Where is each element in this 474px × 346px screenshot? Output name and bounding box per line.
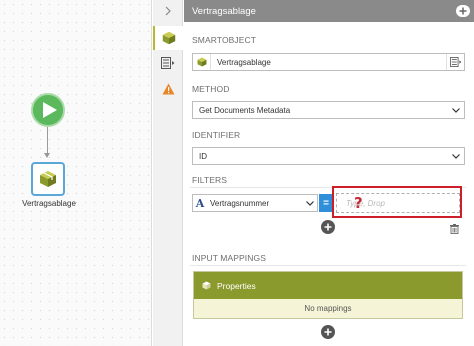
- plus-icon: [324, 328, 332, 336]
- delete-filter-button[interactable]: [450, 224, 459, 236]
- rail-tab-properties[interactable]: [153, 51, 183, 75]
- designer-canvas[interactable]: Vertragsablage: [0, 0, 152, 346]
- mapping-empty-state: No mappings: [194, 299, 462, 318]
- mapping-group-title: Properties: [217, 280, 256, 291]
- smartobject-value: Vertragsablage: [217, 57, 271, 67]
- highlight-annotation: [332, 186, 462, 218]
- method-value: Get Documents Metadata: [199, 105, 291, 115]
- smartobject-cube-icon: [202, 281, 211, 290]
- filter-operator-button[interactable]: =: [319, 194, 333, 212]
- chevron-down-icon: [448, 102, 464, 118]
- chevron-right-icon: [165, 6, 171, 16]
- input-mappings-divider: [190, 265, 466, 266]
- question-mark-icon: ?: [354, 194, 363, 212]
- properties-panel: Vertragsablage SMARTOBJECT Vertragsablag…: [184, 0, 474, 346]
- panel-header: Vertragsablage: [184, 0, 474, 22]
- properties-panel-icon: [449, 57, 461, 67]
- smartobject-cube-icon: [40, 171, 56, 187]
- smartobject-step-node[interactable]: [31, 162, 65, 196]
- identifier-label: IDENTIFIER: [192, 130, 241, 140]
- add-mapping-button[interactable]: [321, 325, 335, 339]
- smartobject-selector[interactable]: Vertragsablage: [192, 53, 465, 71]
- property-rail: [153, 0, 183, 346]
- start-node[interactable]: [31, 93, 65, 127]
- smartobject-cube-icon: [162, 31, 176, 45]
- rail-tab-smartobject[interactable]: [153, 26, 183, 50]
- rail-tab-warnings[interactable]: [153, 77, 183, 101]
- properties-panel-icon: [161, 57, 175, 69]
- trash-icon: [450, 224, 459, 235]
- input-mappings-label: INPUT MAPPINGS: [192, 253, 266, 263]
- warning-icon: [162, 83, 174, 95]
- method-select[interactable]: Get Documents Metadata: [192, 101, 465, 119]
- text-type-icon: A: [195, 196, 205, 210]
- collapse-panel-button[interactable]: [153, 0, 183, 22]
- panel-title: Vertragsablage: [192, 5, 256, 17]
- input-mappings-group: Properties No mappings: [193, 271, 463, 319]
- flow-connector: [47, 127, 48, 155]
- add-filter-button[interactable]: [321, 220, 335, 234]
- smartobject-label: SMARTOBJECT: [192, 35, 257, 45]
- flow-arrow-icon: [44, 153, 50, 158]
- plus-icon: [459, 7, 467, 15]
- identifier-value: ID: [199, 151, 207, 161]
- smartobject-browse-button[interactable]: [446, 54, 464, 70]
- chevron-down-icon: [448, 148, 464, 164]
- method-label: METHOD: [192, 84, 230, 94]
- filters-label: FILTERS: [192, 175, 228, 185]
- plus-icon: [324, 223, 332, 231]
- step-node-label: Vertragsablage: [22, 199, 76, 208]
- play-icon: [42, 102, 57, 118]
- identifier-select[interactable]: ID: [192, 147, 465, 165]
- chevron-down-icon: [303, 200, 317, 206]
- more-options-button[interactable]: [456, 5, 470, 17]
- mapping-group-header[interactable]: Properties: [194, 272, 462, 299]
- filter-field-select[interactable]: A Vertragsnummer: [192, 194, 318, 212]
- filter-field-value: Vertragsnummer: [210, 198, 270, 208]
- smartobject-cube-icon: [193, 54, 211, 70]
